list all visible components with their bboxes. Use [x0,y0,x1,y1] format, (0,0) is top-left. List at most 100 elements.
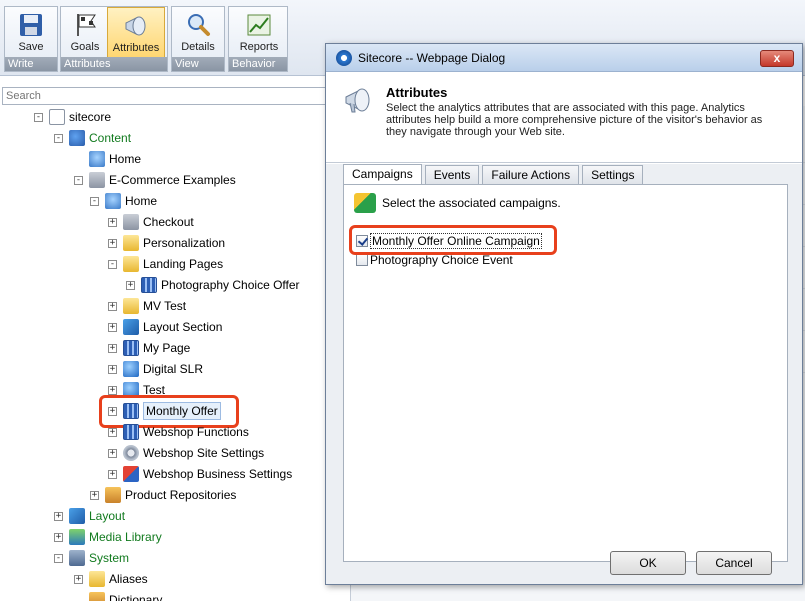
goals-label: Goals [70,41,100,53]
tree-item-label: E-Commerce Examples [109,173,236,187]
expand-toggle[interactable]: + [108,385,117,395]
collapse-toggle[interactable]: - [90,196,99,206]
attributes-label: Attributes [112,42,160,54]
tab-campaigns[interactable]: Campaigns [343,164,422,185]
goals-button[interactable]: Goals [63,7,107,59]
expand-toggle[interactable]: + [108,301,117,311]
reports-button[interactable]: Reports [235,7,283,59]
save-button[interactable]: Save [9,7,53,59]
tree-item-checkout[interactable]: + Checkout [108,213,194,231]
tree-item-my-page[interactable]: + My Page [108,339,190,357]
ribbon-group-behavior: Reports Behavior [228,6,288,72]
business-settings-icon [123,466,139,482]
expand-toggle[interactable]: + [108,217,117,227]
folder-icon [123,256,139,272]
tree-item-layout-section[interactable]: + Layout Section [108,318,222,336]
tree-item-label: Photography Choice Offer [161,278,300,292]
folder-icon [123,235,139,251]
tree-item-system[interactable]: - System [54,549,129,567]
expand-toggle[interactable]: + [108,322,117,332]
close-button[interactable]: x [760,50,794,67]
expand-toggle[interactable]: + [108,343,117,353]
tab-events[interactable]: Events [424,165,480,184]
page-grid-icon [123,340,139,356]
megaphone-icon [343,85,375,115]
collapse-toggle[interactable]: - [54,553,63,563]
campaign-option-photography-choice[interactable]: Photography Choice Event [356,253,513,267]
expand-toggle[interactable]: + [54,511,63,521]
functions-icon [123,424,139,440]
tree-item-label: Webshop Business Settings [143,467,293,481]
tab-failure-actions[interactable]: Failure Actions [482,165,580,184]
collapse-toggle[interactable]: - [74,175,83,185]
tree-item-webshop-site-settings[interactable]: + Webshop Site Settings [108,444,264,462]
tree-item-label: Personalization [143,236,226,250]
expand-toggle[interactable]: + [108,448,117,458]
search-input[interactable] [2,87,342,105]
tree-item-sitecore[interactable]: - sitecore [34,108,111,126]
folder-icon [123,298,139,314]
reports-label: Reports [239,41,279,53]
expand-toggle[interactable]: + [108,364,117,374]
tree-item-media-library[interactable]: + Media Library [54,528,162,546]
tab-settings[interactable]: Settings [582,165,644,184]
tree-item-digital-slr[interactable]: + Digital SLR [108,360,203,378]
expand-toggle[interactable]: + [54,532,63,542]
tree-item-content[interactable]: - Content [54,129,131,147]
tree-item-layout[interactable]: + Layout [54,507,125,525]
tree-item-label: Landing Pages [143,257,224,271]
attributes-button[interactable]: Attributes [107,7,165,59]
tree-item-dictionary[interactable]: Dictionary [74,591,162,601]
tree-item-personalization[interactable]: + Personalization [108,234,225,252]
tree-item-home[interactable]: Home [74,150,141,168]
expand-toggle[interactable]: + [126,280,135,290]
no-toggle [74,596,83,601]
tree-item-landing-pages[interactable]: - Landing Pages [108,255,223,273]
tree-item-label: Digital SLR [143,362,204,376]
ribbon-group-write: Save Write [4,6,58,72]
tree-item-label: System [89,551,130,565]
expand-toggle[interactable]: + [108,238,117,248]
dialog-heading: Attributes [386,85,448,100]
dialog-body: Campaigns Events Failure Actions Setting… [326,164,802,584]
dialog-header: Attributes Select the analytics attribut… [326,73,802,163]
flag-icon [71,11,99,39]
expand-toggle[interactable]: + [108,469,117,479]
tree-item-webshop-business-settings[interactable]: + Webshop Business Settings [108,465,292,483]
tree-item-mv-test[interactable]: + MV Test [108,297,186,315]
tree-item-label: Checkout [143,215,194,229]
collapse-toggle[interactable]: - [108,259,117,269]
tree-item-label: Content [89,131,132,145]
save-label: Save [18,41,44,53]
tree-item-ecommerce-examples[interactable]: - E-Commerce Examples [74,171,236,189]
collapse-toggle[interactable]: - [34,112,43,122]
ribbon-group-label-view: View [172,57,224,71]
tree-item-aliases[interactable]: + Aliases [74,570,148,588]
home-icon [89,151,105,167]
tree-item-label: Webshop Site Settings [143,446,265,460]
magnifier-icon [184,11,212,39]
internet-explorer-icon [336,50,352,66]
chart-icon [245,11,273,39]
no-toggle [74,155,83,164]
floppy-disk-icon [17,11,45,39]
expand-toggle[interactable]: + [90,490,99,500]
tree-item-label: Home [109,152,142,166]
dialog-description: Select the analytics attributes that are… [386,102,763,138]
collapse-toggle[interactable]: - [54,133,63,143]
campaigns-panel: Select the associated campaigns. Monthly… [343,184,788,562]
expand-toggle[interactable]: + [108,427,117,437]
layout-section-icon [123,319,139,335]
expand-toggle[interactable]: + [74,574,83,584]
tree-item-product-repositories[interactable]: + Product Repositories [90,486,236,504]
tree-item-ecommerce-home[interactable]: - Home [90,192,157,210]
details-label: Details [181,41,215,53]
tree-item-webshop-functions[interactable]: + Webshop Functions [108,423,249,441]
dialog-titlebar[interactable]: Sitecore -- Webpage Dialog x [326,44,802,72]
ribbon-group-label-attributes: Attributes [61,57,167,71]
cancel-button[interactable]: Cancel [696,551,772,575]
ok-button[interactable]: OK [610,551,686,575]
tree-item-photography-choice-offer[interactable]: + Photography Choice Offer [126,276,300,294]
details-button[interactable]: Details [176,7,220,59]
campaign-checkbox-unchecked[interactable] [356,254,368,266]
